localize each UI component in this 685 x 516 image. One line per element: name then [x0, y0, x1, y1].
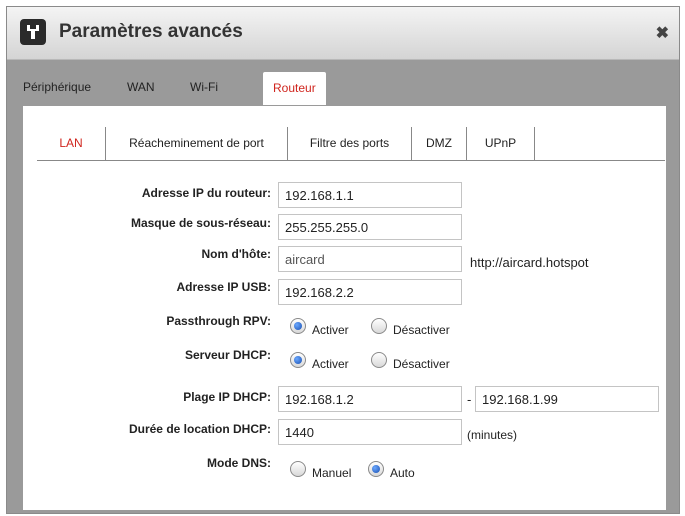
vpn-disable-radio[interactable]: [371, 318, 387, 334]
router-panel: LAN Réacheminement de port Filtre des po…: [23, 106, 666, 510]
dhcp-server-label: Serveur DHCP:: [184, 348, 271, 362]
tab-wan[interactable]: WAN: [127, 80, 155, 94]
vpn-disable-label: Désactiver: [393, 323, 450, 337]
dhcp-disable-label: Désactiver: [393, 357, 450, 371]
router-ip-label: Adresse IP du routeur:: [141, 186, 271, 200]
hostname-label: Nom d'hôte:: [201, 247, 271, 261]
dhcp-range-end-input[interactable]: 192.168.1.99: [475, 386, 659, 412]
subtab-upnp[interactable]: UPnP: [467, 127, 535, 160]
dns-auto-label: Auto: [390, 466, 415, 480]
advanced-settings-dialog: Paramètres avancés ✖ Périphérique WAN Wi…: [6, 6, 680, 514]
dhcp-lease-unit: (minutes): [467, 428, 518, 442]
subtab-dmz[interactable]: DMZ: [412, 127, 467, 160]
tab-routeur[interactable]: Routeur: [263, 72, 326, 105]
vpn-enable-radio[interactable]: [290, 318, 306, 334]
subnet-mask-input[interactable]: 255.255.255.0: [278, 214, 462, 240]
dhcp-lease-label: Durée de location DHCP:: [128, 422, 271, 436]
dhcp-enable-label: Activer: [312, 357, 349, 371]
subtab-lan[interactable]: LAN: [37, 127, 106, 160]
sub-tabs: LAN Réacheminement de port Filtre des po…: [37, 127, 665, 161]
dialog-title: Paramètres avancés: [59, 21, 243, 42]
router-ip-input[interactable]: 192.168.1.1: [278, 182, 462, 208]
tools-icon: [20, 19, 46, 45]
dhcp-enable-radio[interactable]: [290, 352, 306, 368]
dhcp-lease-input[interactable]: 1440: [278, 419, 462, 445]
dhcp-range-start-input[interactable]: 192.168.1.2: [278, 386, 462, 412]
tab-wifi[interactable]: Wi-Fi: [190, 80, 218, 94]
dns-mode-label: Mode DNS:: [207, 456, 271, 470]
main-tabs: Périphérique WAN Wi-Fi Routeur: [7, 60, 679, 105]
close-icon[interactable]: ✖: [656, 23, 669, 43]
dialog-titlebar: Paramètres avancés ✖: [7, 7, 679, 60]
dns-manual-radio[interactable]: [290, 461, 306, 477]
vpn-enable-label: Activer: [312, 323, 349, 337]
dhcp-disable-radio[interactable]: [371, 352, 387, 368]
dhcp-range-separator: -: [467, 392, 472, 407]
usb-ip-label: Adresse IP USB:: [176, 280, 271, 294]
hostname-url: http://aircard.hotspot: [470, 255, 589, 270]
dns-manual-label: Manuel: [312, 466, 352, 480]
usb-ip-input[interactable]: 192.168.2.2: [278, 279, 462, 305]
dns-auto-radio[interactable]: [368, 461, 384, 477]
subtab-port-filter[interactable]: Filtre des ports: [288, 127, 412, 160]
hostname-input[interactable]: aircard: [278, 246, 462, 272]
subtab-port-forwarding[interactable]: Réacheminement de port: [106, 127, 288, 160]
subnet-mask-label: Masque de sous-réseau:: [130, 216, 271, 230]
vpn-passthrough-label: Passthrough RPV:: [166, 314, 271, 328]
dhcp-range-label: Plage IP DHCP:: [183, 390, 271, 404]
tab-peripherique[interactable]: Périphérique: [23, 80, 91, 94]
